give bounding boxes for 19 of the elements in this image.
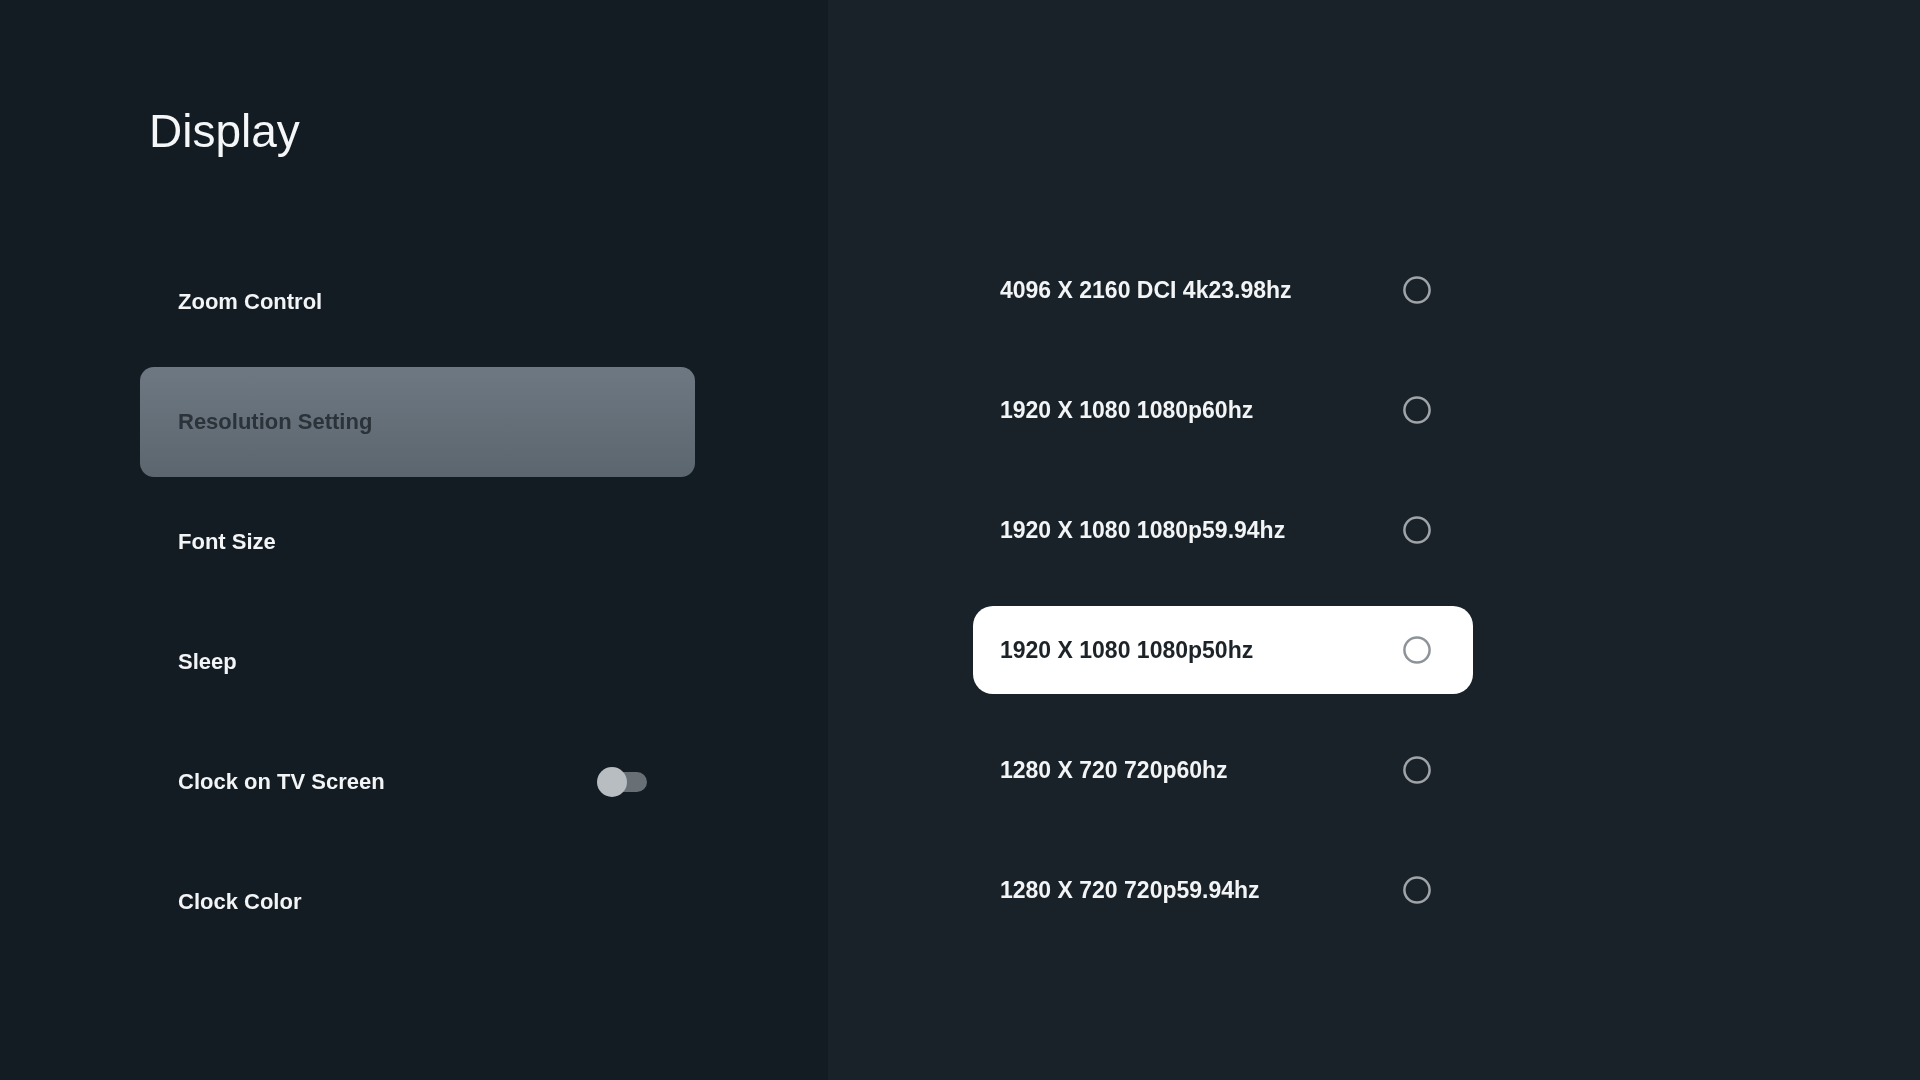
toggle-switch[interactable] — [597, 767, 647, 797]
page-title: Display — [149, 104, 301, 159]
resolution-option[interactable]: 1280 X 720 720p60hz — [973, 726, 1473, 814]
resolution-option[interactable]: 1920 X 1080 1080p60hz — [973, 366, 1473, 454]
resolution-option[interactable]: 1280 X 720 720p59.94hz — [973, 846, 1473, 934]
menu-item[interactable]: Zoom Control — [140, 247, 695, 357]
radio-button[interactable] — [1403, 756, 1431, 784]
radio-button[interactable] — [1403, 276, 1431, 304]
menu-item[interactable]: Clock on TV Screen — [140, 727, 695, 837]
menu-item[interactable]: Clock Color — [140, 847, 695, 957]
radio-button[interactable] — [1403, 516, 1431, 544]
radio-button[interactable] — [1403, 636, 1431, 664]
resolution-option[interactable]: 4096 X 2160 DCI 4k23.98hz — [973, 246, 1473, 334]
resolution-option[interactable]: 1920 X 1080 1080p50hz — [973, 606, 1473, 694]
radio-button[interactable] — [1403, 876, 1431, 904]
menu-item[interactable]: Sleep — [140, 607, 695, 717]
menu-item[interactable]: Font Size — [140, 487, 695, 597]
resolution-option[interactable]: 1920 X 1080 1080p59.94hz — [973, 486, 1473, 574]
radio-button[interactable] — [1403, 396, 1431, 424]
